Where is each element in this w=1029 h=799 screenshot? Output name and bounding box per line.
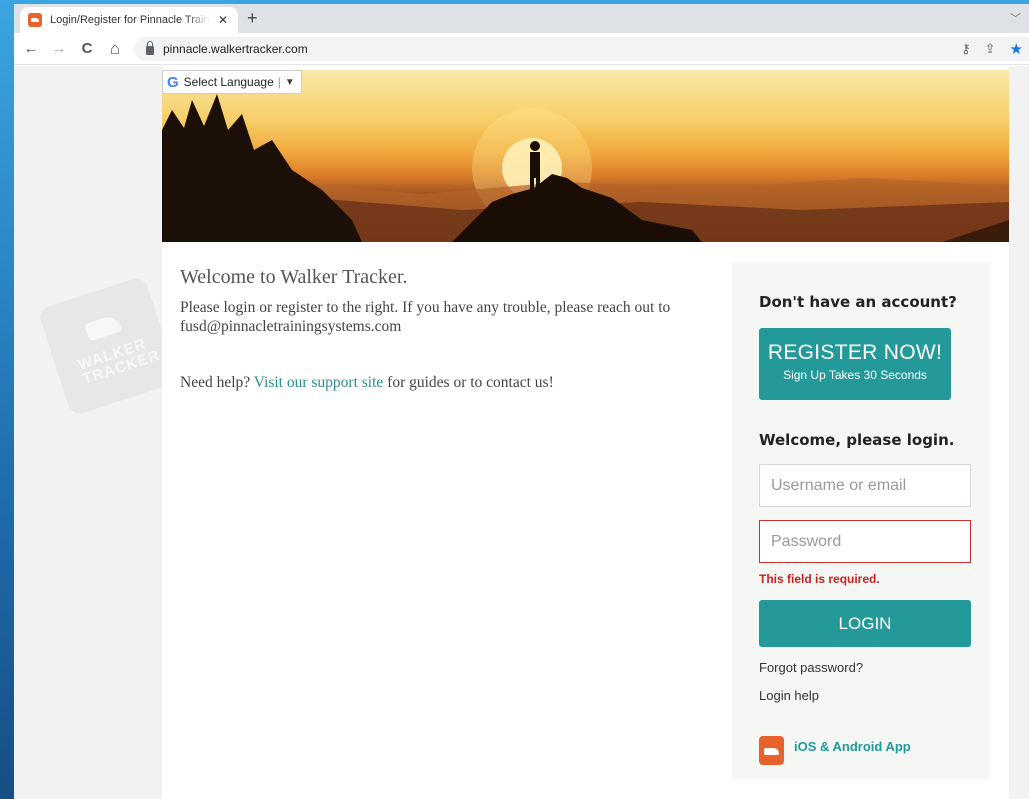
register-sub-label: Sign Up Takes 30 Seconds bbox=[783, 368, 927, 382]
dropdown-separator: | bbox=[277, 75, 281, 89]
forward-button[interactable]: → bbox=[48, 40, 70, 57]
slide-left-edge bbox=[0, 0, 14, 799]
tab-title: Login/Register for Pinnacle Training Sys… bbox=[50, 14, 210, 26]
help-suffix: for guides or to contact us! bbox=[387, 374, 554, 391]
tab-strip: Login/Register for Pinnacle Training Sys… bbox=[14, 4, 1029, 33]
username-field[interactable]: Username or email bbox=[759, 464, 971, 507]
tab-close-icon[interactable]: ✕ bbox=[216, 13, 230, 27]
walker-tracker-app-icon bbox=[759, 736, 784, 765]
page-title: Welcome to Walker Tracker. bbox=[180, 266, 408, 288]
username-placeholder: Username or email bbox=[771, 476, 907, 494]
walker-tracker-favicon-icon bbox=[28, 13, 42, 27]
support-site-link[interactable]: Visit our support site bbox=[254, 374, 384, 391]
register-main-label: REGISTER NOW! bbox=[767, 341, 943, 364]
forgot-password-link[interactable]: Forgot password? bbox=[759, 660, 863, 675]
login-help-link[interactable]: Login help bbox=[759, 688, 819, 703]
help-prefix: Need help? bbox=[180, 374, 251, 391]
home-button[interactable]: ⌂ bbox=[104, 39, 126, 59]
bookmark-star-icon[interactable]: ★ bbox=[1010, 40, 1023, 58]
page-content: G Select Language | ▼ Welcome to Walker … bbox=[162, 66, 1009, 799]
key-icon[interactable]: ⚷ bbox=[961, 41, 971, 57]
toolbar: ← → C ⌂ pinnacle.walkertracker.com ⚷ ⇪ ★ bbox=[14, 33, 1029, 65]
select-language-label: Select Language bbox=[183, 75, 274, 89]
password-placeholder: Password bbox=[771, 532, 842, 550]
shoe-icon bbox=[84, 313, 123, 342]
banner-illustration bbox=[162, 94, 1009, 242]
back-button[interactable]: ← bbox=[20, 40, 42, 57]
select-language-dropdown[interactable]: G Select Language | ▼ bbox=[162, 70, 302, 94]
dropdown-arrow-icon[interactable]: ▼ bbox=[285, 77, 295, 88]
reload-button[interactable]: C bbox=[76, 40, 98, 57]
password-error-message: This field is required. bbox=[759, 572, 880, 586]
url-text[interactable]: pinnacle.walkertracker.com bbox=[163, 42, 308, 56]
intro-text: Please login or register to the right. I… bbox=[180, 299, 671, 335]
no-account-heading: Don't have an account? bbox=[759, 293, 957, 311]
new-tab-button[interactable]: + bbox=[247, 8, 258, 29]
browser-window: Login/Register for Pinnacle Training Sys… bbox=[14, 4, 1029, 799]
walker-tracker-watermark: WALKER TRACKER bbox=[37, 275, 179, 417]
address-bar[interactable]: pinnacle.walkertracker.com ⚷ ⇪ ★ bbox=[134, 37, 1029, 61]
lock-icon[interactable] bbox=[146, 40, 154, 55]
login-button[interactable]: LOGIN bbox=[759, 600, 971, 647]
tab-login-register[interactable]: Login/Register for Pinnacle Training Sys… bbox=[20, 7, 238, 33]
tab-search-chevron-icon[interactable]: ﹀ bbox=[1010, 10, 1021, 26]
google-g-icon: G bbox=[167, 73, 179, 91]
register-now-button[interactable]: REGISTER NOW! Sign Up Takes 30 Seconds bbox=[759, 328, 951, 400]
login-panel: Don't have an account? REGISTER NOW! Sig… bbox=[732, 262, 990, 779]
page-viewport: WALKER TRACKER G Select Language | ▼ Wel… bbox=[14, 66, 1029, 799]
password-field[interactable]: Password bbox=[759, 520, 971, 563]
mobile-app-label: iOS & Android App bbox=[794, 739, 911, 754]
help-text: Need help? Visit our support site for gu… bbox=[180, 374, 554, 392]
login-heading: Welcome, please login. bbox=[759, 431, 955, 449]
mobile-app-link[interactable]: iOS & Android App bbox=[759, 736, 911, 765]
sunset-hiker-banner: G Select Language | ▼ bbox=[162, 70, 1009, 242]
share-icon[interactable]: ⇪ bbox=[985, 41, 996, 57]
